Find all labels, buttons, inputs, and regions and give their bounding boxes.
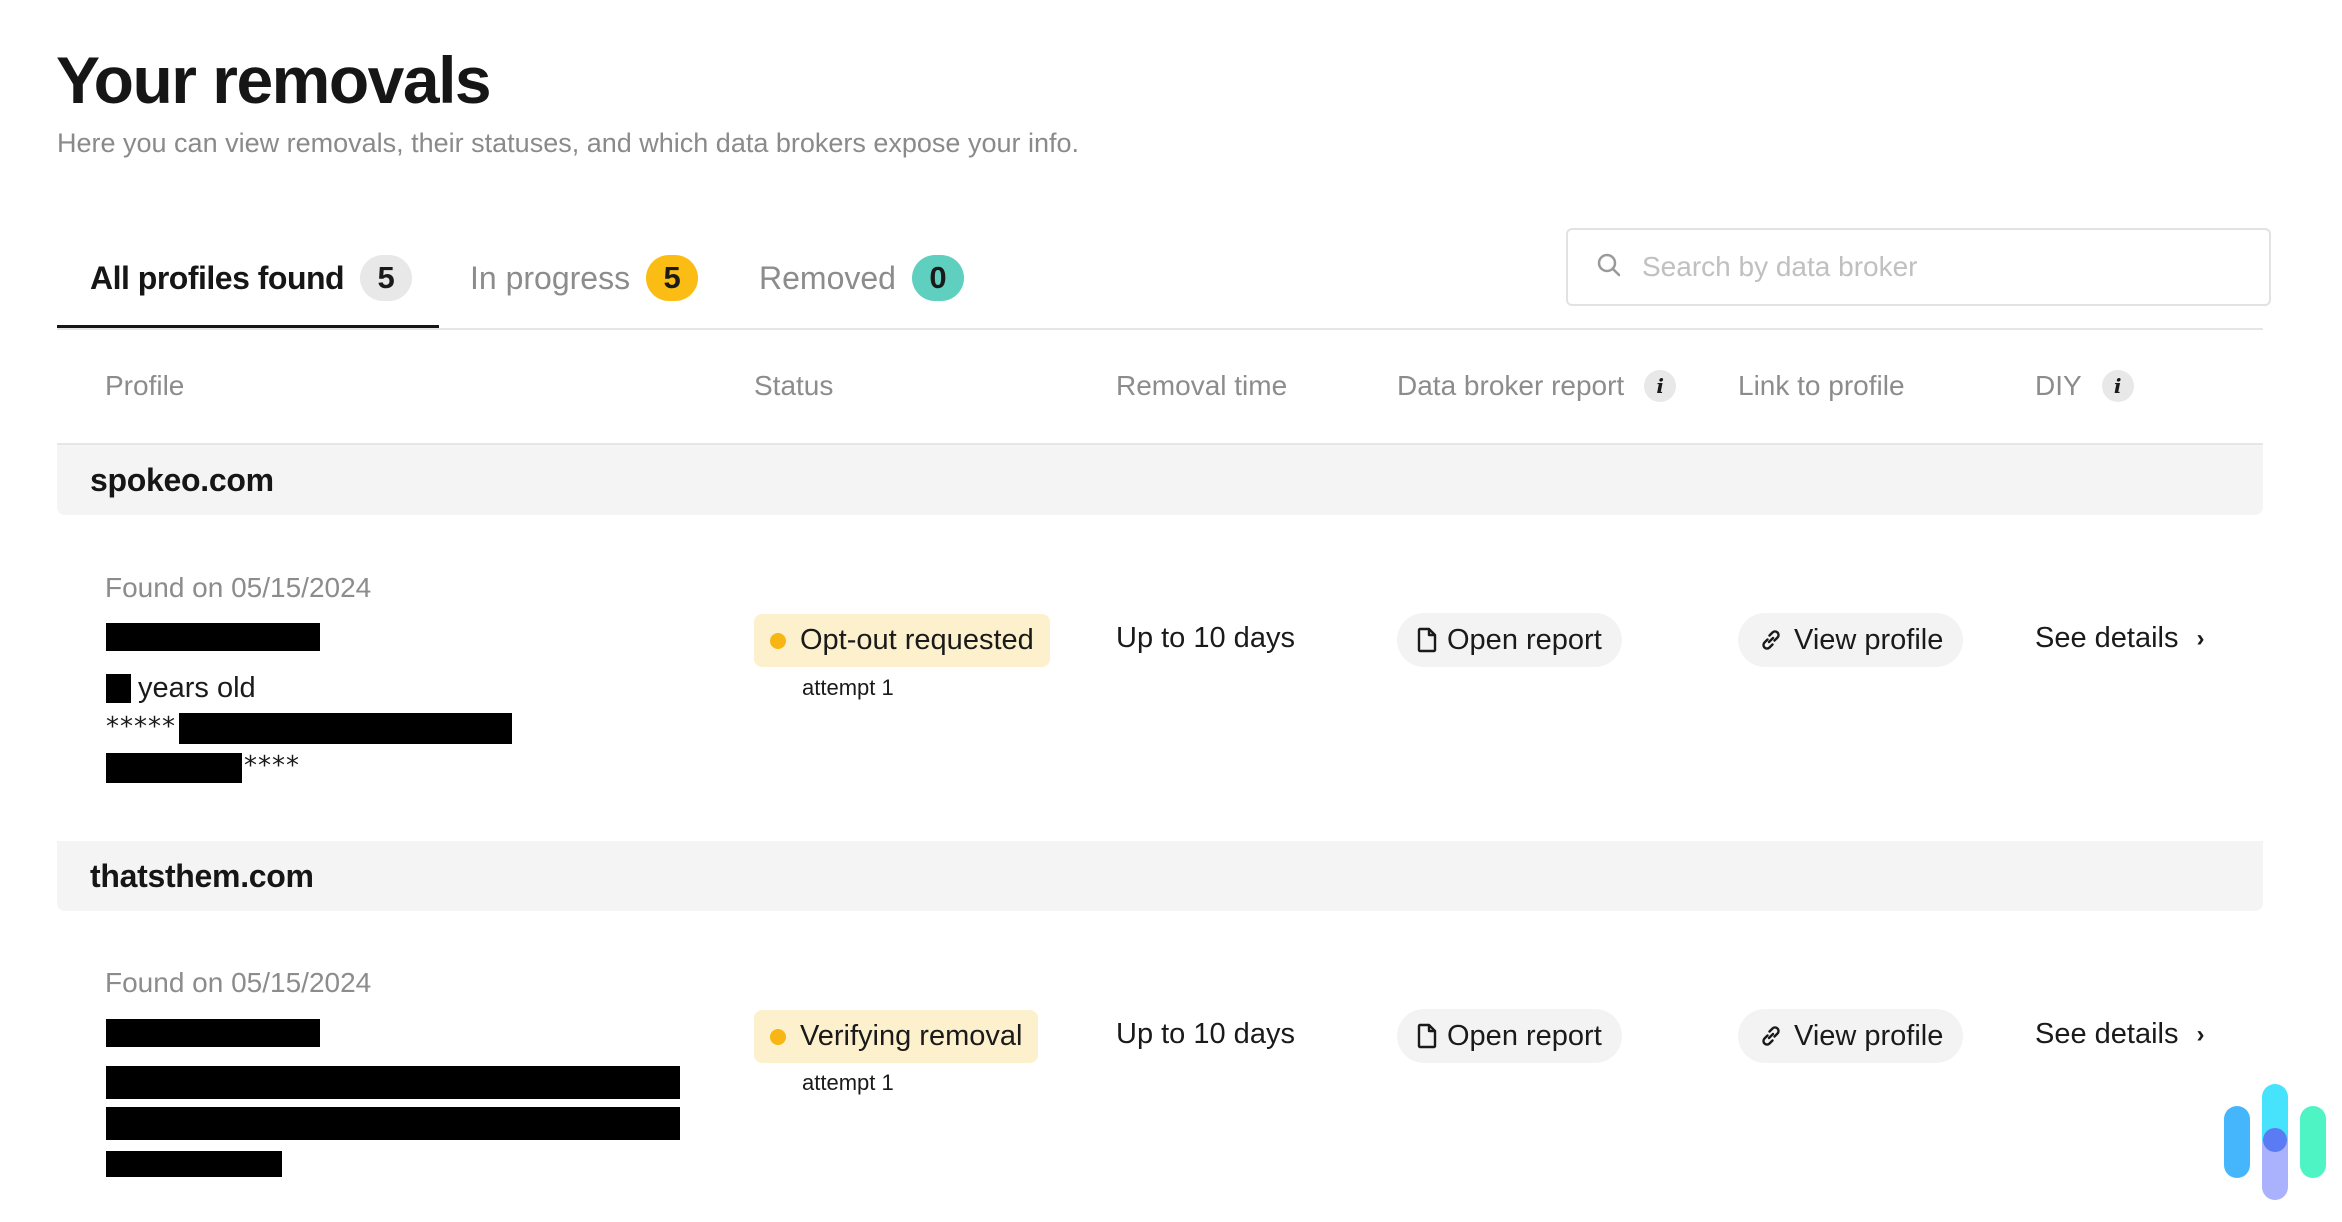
column-header-profile: Profile — [105, 370, 184, 402]
view-profile-label: View profile — [1794, 623, 1944, 656]
brand-logo-icon — [2216, 1082, 2326, 1202]
age-label: years old — [138, 672, 256, 704]
removal-time: Up to 10 days — [1116, 622, 1295, 654]
redacted-name — [106, 623, 320, 651]
open-report-button[interactable]: Open report — [1397, 613, 1622, 667]
column-label: Profile — [105, 370, 185, 401]
count-badge: 0 — [911, 255, 964, 301]
view-profile-button[interactable]: View profile — [1738, 613, 1964, 667]
see-details-label: See details — [2035, 1018, 2179, 1050]
tabs-divider — [57, 328, 2263, 330]
attempt-count: attempt 1 — [802, 675, 894, 700]
tab-label: Removed — [759, 259, 896, 296]
tab-in-progress[interactable]: In progress 5 — [470, 228, 699, 328]
tab-all-profiles-found[interactable]: All profiles found 5 — [90, 228, 413, 328]
column-header-data-broker-report: Data broker report i — [1397, 370, 1677, 402]
column-label: Link to profile — [1738, 370, 1905, 401]
page-title: Your removals — [56, 43, 492, 117]
see-details-label: See details — [2035, 622, 2179, 654]
broker-name: spokeo.com — [90, 461, 274, 498]
status-label: Opt-out requested — [800, 624, 1034, 656]
see-details-link[interactable]: See details › — [2035, 1018, 2205, 1051]
masked-text: ***** — [106, 712, 176, 742]
tab-label: All profiles found — [90, 259, 345, 296]
tab-removed[interactable]: Removed 0 — [759, 228, 964, 328]
document-icon — [1417, 1023, 1437, 1049]
open-report-label: Open report — [1447, 1019, 1602, 1052]
column-header-status: Status — [754, 370, 833, 402]
chevron-right-icon: › — [2196, 624, 2205, 652]
status-label: Verifying removal — [800, 1020, 1023, 1052]
status-badge: Verifying removal — [754, 1010, 1039, 1063]
info-icon[interactable]: i — [1644, 370, 1677, 402]
search-box[interactable] — [1566, 228, 2271, 306]
redacted-detail — [106, 1107, 680, 1140]
redacted-detail — [106, 1066, 680, 1099]
see-details-link[interactable]: See details › — [2035, 622, 2205, 655]
broker-group-header: thatsthem.com — [57, 841, 2263, 911]
status-dot-icon — [770, 1028, 786, 1045]
search-icon — [1596, 252, 1622, 283]
count-badge: 5 — [360, 255, 413, 301]
document-icon — [1417, 627, 1437, 653]
column-label: Data broker report — [1397, 370, 1625, 401]
found-date: Found on 05/15/2024 — [105, 572, 372, 603]
redacted-detail — [106, 1151, 282, 1177]
broker-name: thatsthem.com — [90, 857, 314, 894]
redacted-phone — [106, 753, 242, 783]
found-date: Found on 05/15/2024 — [105, 967, 372, 998]
attempt-count: attempt 1 — [802, 1070, 894, 1095]
column-header-link-to-profile: Link to profile — [1738, 370, 1905, 402]
link-icon — [1762, 630, 1780, 650]
column-label: Status — [754, 370, 834, 401]
column-label: Removal time — [1116, 370, 1288, 401]
masked-text: **** — [244, 751, 300, 781]
page-subtitle: Here you can view removals, their status… — [57, 128, 1080, 158]
redacted-name — [106, 1019, 320, 1047]
view-profile-label: View profile — [1794, 1019, 1944, 1052]
view-profile-button[interactable]: View profile — [1738, 1009, 1964, 1063]
info-icon[interactable]: i — [2101, 370, 2134, 402]
column-header-removal-time: Removal time — [1116, 370, 1287, 402]
removal-time: Up to 10 days — [1116, 1018, 1295, 1050]
open-report-label: Open report — [1447, 623, 1602, 656]
redacted-address — [179, 713, 512, 744]
column-label: DIY — [2035, 370, 2082, 401]
chevron-right-icon: › — [2196, 1020, 2205, 1048]
tab-label: In progress — [470, 259, 631, 296]
link-icon — [1762, 1026, 1780, 1046]
search-input[interactable] — [1642, 251, 2202, 283]
status-dot-icon — [770, 632, 786, 649]
status-badge: Opt-out requested — [754, 614, 1050, 667]
count-badge: 5 — [646, 255, 699, 301]
open-report-button[interactable]: Open report — [1397, 1009, 1622, 1063]
column-header-diy: DIY i — [2035, 370, 2134, 402]
redacted-age — [106, 674, 131, 703]
broker-group-header: spokeo.com — [57, 445, 2263, 515]
